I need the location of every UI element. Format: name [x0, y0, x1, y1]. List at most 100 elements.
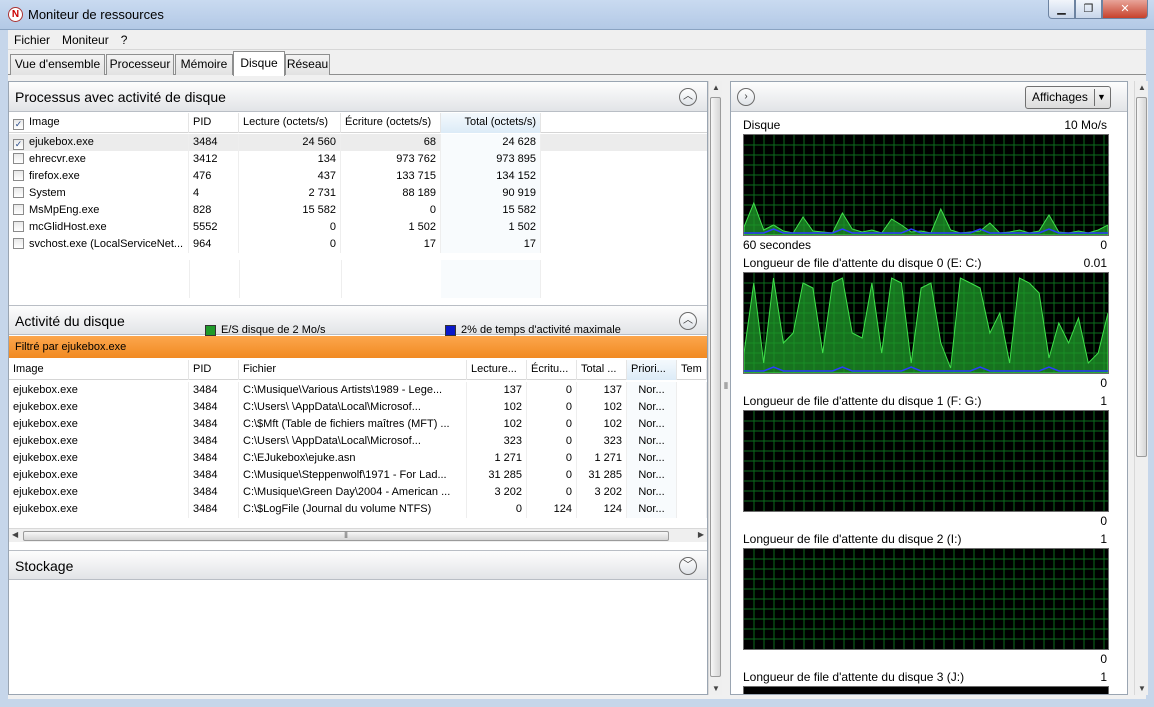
table-row[interactable]: ✓ ejukebox.exe 3484 24 560 68 24 628: [9, 134, 707, 151]
window-bottom-border: [0, 699, 1154, 707]
col-file[interactable]: Fichier: [239, 360, 467, 380]
activity-file: C:\Musique\Green Day\2004 - American ...: [239, 484, 467, 501]
menu-file[interactable]: Fichier: [8, 33, 56, 47]
process-checkbox[interactable]: [13, 170, 24, 181]
table-row[interactable]: ejukebox.exe 3484 C:\$Mft (Table de fichie…: [9, 416, 707, 433]
table-row[interactable]: ejukebox.exe 3484 C:\Users\ \AppData\Local…: [9, 399, 707, 416]
process-checkbox[interactable]: [13, 238, 24, 249]
col-pid[interactable]: PID: [189, 360, 239, 380]
col-pid[interactable]: PID: [189, 113, 239, 133]
table-row[interactable]: firefox.exe 476 437 133 715 134 152: [9, 168, 707, 185]
col-read[interactable]: Lecture...: [467, 360, 527, 380]
horizontal-scroll-thumb[interactable]: ⦀: [23, 531, 669, 541]
tab-network[interactable]: Réseau: [285, 54, 330, 75]
col-write[interactable]: Écritu...: [527, 360, 577, 380]
activity-image: ejukebox.exe: [9, 433, 189, 450]
col-write[interactable]: Écriture (octets/s): [341, 113, 441, 133]
col-read[interactable]: Lecture (octets/s): [239, 113, 341, 133]
collapse-chevron-up-icon[interactable]: ︿: [679, 312, 697, 330]
views-button[interactable]: Affichages ▼: [1025, 86, 1111, 109]
horizontal-scrollbar[interactable]: ◀ ⦀ ▶: [9, 528, 707, 542]
scroll-left-icon[interactable]: ◀: [12, 530, 18, 539]
activity-read: 102: [467, 416, 527, 433]
process-checkbox[interactable]: ✓: [13, 139, 24, 150]
activity-time: [677, 450, 707, 467]
activity-read: 137: [467, 382, 527, 399]
processes-section-header[interactable]: Processus avec activité de disque ︿: [9, 82, 707, 112]
col-image[interactable]: Image: [9, 360, 189, 380]
table-row[interactable]: ejukebox.exe 3484 C:\EJukebox\ejuke.asn 1 2…: [9, 450, 707, 467]
tab-memory[interactable]: Mémoire: [175, 54, 233, 75]
table-row[interactable]: System 4 2 731 88 189 90 919: [9, 185, 707, 202]
table-row[interactable]: ejukebox.exe 3484 C:\Musique\Various Artis…: [9, 382, 707, 399]
activity-time: [677, 467, 707, 484]
graph-canvas: [743, 410, 1109, 512]
col-total[interactable]: Total (octets/s): [441, 113, 541, 133]
activity-priority: Nor...: [627, 433, 677, 450]
left-vertical-scroll-thumb[interactable]: [710, 97, 721, 677]
activity-image: ejukebox.exe: [9, 450, 189, 467]
tab-disk[interactable]: Disque: [233, 51, 285, 76]
process-write: 1 502: [341, 219, 441, 236]
table-row[interactable]: ejukebox.exe 3484 C:\Musique\Steppenwolf\1…: [9, 467, 707, 484]
activity-read: 323: [467, 433, 527, 450]
scroll-up-icon[interactable]: ▲: [1138, 83, 1146, 92]
process-checkbox[interactable]: [13, 153, 24, 164]
right-vertical-scrollbar[interactable]: ▲ ▼: [1134, 81, 1148, 695]
pane-splitter[interactable]: ▲ ▼ ⦀: [708, 81, 730, 695]
views-dropdown-icon[interactable]: ▼: [1094, 89, 1108, 106]
process-read: 0: [239, 236, 341, 253]
activity-time: [677, 484, 707, 501]
activity-pid: 3484: [189, 382, 239, 399]
splitter-grip-icon[interactable]: ⦀: [724, 381, 728, 392]
table-row[interactable]: ejukebox.exe 3484 C:\$LogFile (Journal du …: [9, 501, 707, 518]
menu-help[interactable]: ?: [115, 33, 134, 47]
tab-overview[interactable]: Vue d'ensemble: [10, 54, 105, 75]
menu-monitor[interactable]: Moniteur: [56, 33, 115, 47]
table-row[interactable]: ejukebox.exe 3484 C:\Musique\Green Day\200…: [9, 484, 707, 501]
activity-pid: 3484: [189, 501, 239, 518]
left-vertical-scrollbar[interactable]: ▲ ▼: [708, 81, 722, 695]
col-time[interactable]: Tem: [677, 360, 707, 380]
right-vertical-scroll-thumb[interactable]: [1136, 97, 1147, 457]
table-row[interactable]: ejukebox.exe 3484 C:\Users\ \AppData\Local…: [9, 433, 707, 450]
table-row[interactable]: MsMpEng.exe 828 15 582 0 15 582: [9, 202, 707, 219]
activity-section-header[interactable]: Activité du disque E/S disque de 2 Mo/s …: [9, 305, 707, 336]
col-priority[interactable]: Priori...: [627, 360, 677, 380]
minimize-button[interactable]: ▁: [1048, 0, 1075, 19]
right-pane: › Affichages ▼ Disque 10 Mo/s 0 60 secondes…: [730, 81, 1128, 695]
activity-total: 31 285: [577, 467, 627, 484]
table-row[interactable]: svchost.exe (LocalServiceNet... 964 0 17 17: [9, 236, 707, 253]
process-checkbox[interactable]: [13, 187, 24, 198]
activity-file: C:\EJukebox\ejuke.asn: [239, 450, 467, 467]
close-button[interactable]: ✕: [1102, 0, 1148, 19]
legend-io-swatch: [205, 324, 216, 336]
col-total[interactable]: Total ...: [577, 360, 627, 380]
expand-chevron-right-icon[interactable]: ›: [737, 88, 755, 106]
graph-label: Longueur de file d'attente du disque 3 (…: [743, 670, 965, 684]
col-image[interactable]: ✓ Image: [9, 113, 189, 133]
select-all-checkbox[interactable]: ✓: [13, 119, 24, 130]
graph-label: Longueur de file d'attente du disque 2 (…: [743, 532, 962, 546]
expand-chevron-down-icon[interactable]: ﹀: [679, 557, 697, 575]
scroll-down-icon[interactable]: ▼: [1138, 684, 1146, 693]
maximize-button[interactable]: ❐: [1075, 0, 1102, 19]
activity-image: ejukebox.exe: [9, 467, 189, 484]
tab-cpu[interactable]: Processeur: [106, 54, 174, 75]
scroll-right-icon[interactable]: ▶: [698, 530, 704, 539]
process-total: 973 895: [441, 151, 541, 168]
legend-busy-swatch: [445, 324, 456, 336]
table-row[interactable]: ehrecvr.exe 3412 134 973 762 973 895: [9, 151, 707, 168]
activity-priority: Nor...: [627, 467, 677, 484]
scroll-down-icon[interactable]: ▼: [712, 684, 720, 693]
process-read: 15 582: [239, 202, 341, 219]
activity-image: ejukebox.exe: [9, 501, 189, 518]
scroll-up-icon[interactable]: ▲: [712, 83, 720, 92]
collapse-chevron-up-icon[interactable]: ︿: [679, 88, 697, 106]
process-checkbox[interactable]: [13, 221, 24, 232]
process-checkbox[interactable]: [13, 204, 24, 215]
activity-total: 1 271: [577, 450, 627, 467]
graph-label: Longueur de file d'attente du disque 0 (…: [743, 256, 982, 270]
table-row[interactable]: mcGlidHost.exe 5552 0 1 502 1 502: [9, 219, 707, 236]
storage-section-header[interactable]: Stockage ﹀: [9, 550, 707, 580]
